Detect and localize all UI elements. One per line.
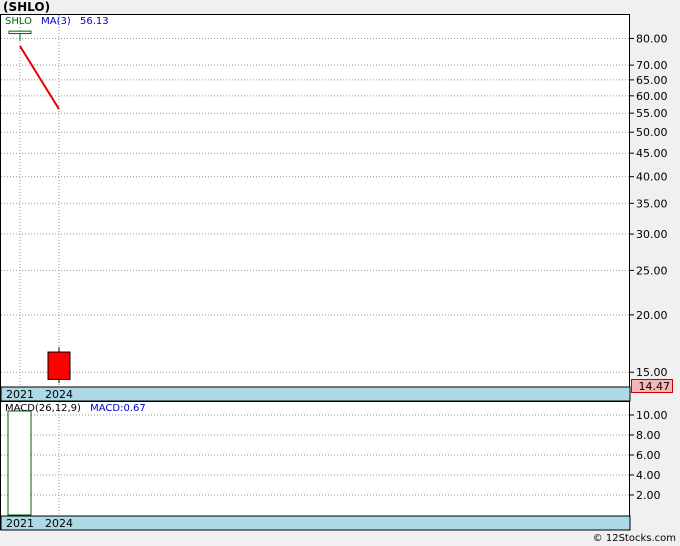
price-y-tick-label: 20.00 xyxy=(636,309,668,322)
main-legend: SHLO MA(3) 56.13 xyxy=(5,16,109,27)
macd-x-tick-label: 2024 xyxy=(45,517,73,530)
candle-body xyxy=(8,30,32,35)
macd-y-tick-label: 8.00 xyxy=(636,429,661,442)
price-y-tick-label: 35.00 xyxy=(636,197,668,210)
price-y-tick-label: 45.00 xyxy=(636,147,668,160)
candle-body xyxy=(47,351,71,380)
macd-legend-label: MACD(26,12,9) xyxy=(5,403,81,414)
legend-symbol: SHLO xyxy=(5,16,32,27)
macd-y-tick-label: 10.00 xyxy=(636,409,668,422)
macd-legend-value: MACD:0.67 xyxy=(90,403,146,414)
price-x-tick-label: 2021 xyxy=(6,388,34,401)
macd-y-tick-label: 4.00 xyxy=(636,469,661,482)
price-x-tick-label: 2024 xyxy=(45,388,73,401)
macd-x-tick-label: 2021 xyxy=(6,517,34,530)
price-x-axis-band xyxy=(0,386,631,402)
price-y-tick-label: 55.00 xyxy=(636,107,668,120)
macd-bar xyxy=(7,410,32,516)
price-y-tick-label: 60.00 xyxy=(636,90,668,103)
last-price-tag: 14.47 xyxy=(631,379,673,393)
legend-ma-value: 56.13 xyxy=(79,16,109,27)
macd-x-axis-band xyxy=(0,515,631,531)
macd-y-tick-label: 6.00 xyxy=(636,449,661,462)
chart-canvas: 80.00 70.00 65.00 60.00 55.00 50.00 45.00 40.00… xyxy=(0,15,668,531)
price-y-tick-label: 50.00 xyxy=(636,126,668,139)
footer-credit: © 12Stocks.com xyxy=(592,533,676,544)
price-y-tick-label: 65.00 xyxy=(636,74,668,87)
price-y-tick-label: 30.00 xyxy=(636,228,668,241)
price-y-tick-label: 25.00 xyxy=(636,264,668,277)
macd-legend: MACD(26,12,9) MACD:0.67 xyxy=(5,403,146,414)
price-y-tick-label: 40.00 xyxy=(636,171,668,184)
ma-line xyxy=(19,45,60,110)
legend-ma-label: MA(3) xyxy=(41,16,71,27)
macd-y-tick-label: 2.00 xyxy=(636,489,661,502)
price-y-tick-label: 15.00 xyxy=(636,366,668,379)
price-y-tick-label: 80.00 xyxy=(636,32,668,45)
price-y-tick-label: 70.00 xyxy=(636,59,668,72)
